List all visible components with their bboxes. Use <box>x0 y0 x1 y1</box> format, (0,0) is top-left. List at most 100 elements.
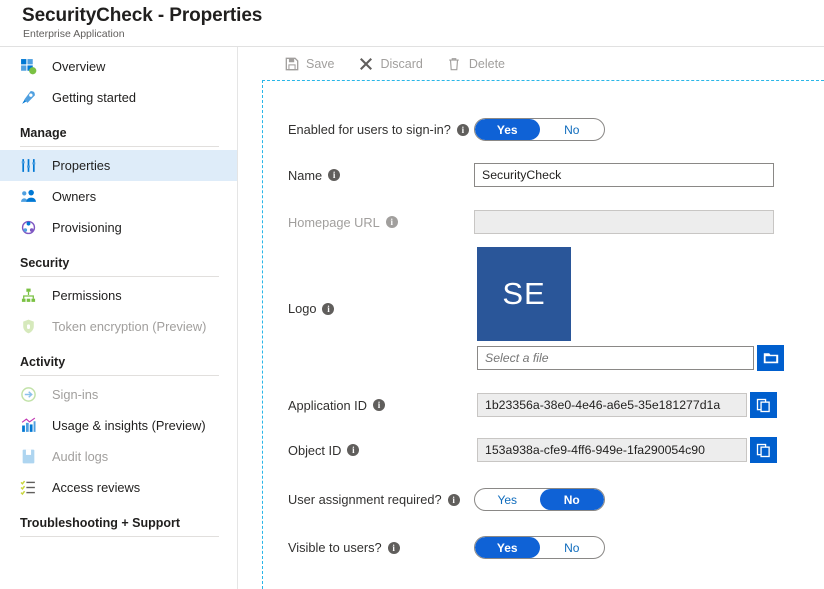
application-id-value[interactable]: 1b23356a-38e0-4e46-a6e5-35e181277d1a <box>477 393 747 417</box>
sidebar-item-label: Access reviews <box>52 480 141 495</box>
user-assignment-toggle[interactable]: Yes No <box>474 488 605 511</box>
sidebar-item-audit-logs[interactable]: Audit logs <box>0 441 237 472</box>
visible-to-users-toggle[interactable]: Yes No <box>474 536 605 559</box>
enabled-signin-label: Enabled for users to sign-in? i <box>288 122 474 137</box>
sidebar-item-label: Provisioning <box>52 220 122 235</box>
azure-properties-page: SecurityCheck - Properties Enterprise Ap… <box>0 0 824 589</box>
sidebar-item-owners[interactable]: Owners <box>0 181 237 212</box>
toggle-option-no[interactable]: No <box>539 489 604 510</box>
info-icon[interactable]: i <box>322 302 335 315</box>
info-icon[interactable]: i <box>328 169 341 181</box>
content-pane: Save Discard Delete Enabled for users to… <box>239 47 824 589</box>
object-id-value[interactable]: 153a938a-cfe9-4ff6-949e-1fa290054c90 <box>477 438 747 462</box>
sidebar-item-permissions[interactable]: Permissions <box>0 280 237 311</box>
logo-label-row: Logo i <box>288 301 335 316</box>
sidebar-item-usage-insights[interactable]: Usage & insights (Preview) <box>0 410 237 441</box>
copy-icon <box>756 443 771 458</box>
trash-icon <box>447 56 462 71</box>
toggle-option-yes[interactable]: Yes <box>475 489 540 510</box>
toggle-option-no[interactable]: No <box>540 119 605 140</box>
discard-label: Discard <box>380 56 423 71</box>
checklist-icon <box>20 479 41 496</box>
toggle-option-yes[interactable]: Yes <box>475 119 540 140</box>
sidebar-item-getting-started[interactable]: Getting started <box>0 82 237 113</box>
browse-file-button[interactable] <box>757 345 784 371</box>
shield-icon <box>20 318 41 335</box>
field-object-id: Object ID i 153a938a-cfe9-4ff6-949e-1fa2… <box>288 437 777 463</box>
sliders-icon <box>20 157 41 174</box>
info-icon[interactable]: i <box>456 123 469 136</box>
copy-object-id-button[interactable] <box>750 437 777 463</box>
toggle-option-no[interactable]: No <box>540 537 605 558</box>
folder-icon <box>763 351 779 365</box>
logo-preview: SE <box>477 247 571 341</box>
copy-icon <box>756 398 771 413</box>
save-button[interactable]: Save <box>284 56 335 71</box>
sidebar-item-label: Audit logs <box>52 449 109 464</box>
visible-to-users-label: Visible to users? i <box>288 540 474 555</box>
user-assignment-label: User assignment required? i <box>288 492 474 507</box>
info-icon[interactable]: i <box>387 541 400 554</box>
sidebar-group-activity: Activity <box>20 355 66 369</box>
logo-label: Logo i <box>288 301 335 316</box>
info-icon[interactable]: i <box>385 216 398 228</box>
people-icon <box>20 188 41 205</box>
bar-chart-icon <box>20 417 41 434</box>
toggle-option-yes[interactable]: Yes <box>475 537 540 558</box>
sidebar-item-overview[interactable]: Overview <box>0 51 237 82</box>
hierarchy-icon <box>20 287 41 304</box>
logo-initials: SE <box>477 247 571 341</box>
homepage-url-input[interactable] <box>474 210 774 234</box>
sidebar-item-provisioning[interactable]: Provisioning <box>0 212 237 243</box>
page-header: SecurityCheck - Properties Enterprise Ap… <box>0 0 824 47</box>
sidebar-item-label: Properties <box>52 158 111 173</box>
sidebar-nav: Overview Getting started Manage Properti… <box>0 47 238 589</box>
sidebar-item-label: Token encryption (Preview) <box>52 319 207 334</box>
sidebar-group-troubleshooting: Troubleshooting + Support <box>20 516 181 530</box>
signin-arrow-icon <box>20 386 41 403</box>
sidebar-group-manage: Manage <box>20 126 67 140</box>
page-title: SecurityCheck - Properties <box>22 5 263 26</box>
save-label: Save <box>306 56 335 71</box>
logo-file-picker: Select a file <box>477 345 784 371</box>
properties-form: Enabled for users to sign-in? i Yes No N… <box>262 80 824 589</box>
field-user-assignment: User assignment required? i Yes No <box>288 488 605 511</box>
application-id-label: Application ID i <box>288 398 477 413</box>
field-visible-to-users: Visible to users? i Yes No <box>288 536 605 559</box>
sidebar-item-sign-ins[interactable]: Sign-ins <box>0 379 237 410</box>
object-id-label: Object ID i <box>288 443 477 458</box>
info-icon[interactable]: i <box>447 493 460 506</box>
name-input[interactable]: SecurityCheck <box>474 163 774 187</box>
divider <box>20 375 219 376</box>
sidebar-item-access-reviews[interactable]: Access reviews <box>0 472 237 503</box>
save-icon <box>284 56 299 71</box>
sidebar-item-label: Usage & insights (Preview) <box>52 418 206 433</box>
book-icon <box>20 448 41 465</box>
delete-button[interactable]: Delete <box>447 56 505 71</box>
field-enabled-signin: Enabled for users to sign-in? i Yes No <box>288 118 605 141</box>
field-homepage-url: Homepage URL i <box>288 210 774 234</box>
divider <box>20 146 219 147</box>
info-icon[interactable]: i <box>347 444 360 456</box>
delete-label: Delete <box>468 56 506 71</box>
close-icon <box>359 56 374 71</box>
sidebar-group-security: Security <box>20 256 70 270</box>
sidebar-item-label: Owners <box>52 189 97 204</box>
sidebar-item-token-encryption[interactable]: Token encryption (Preview) <box>0 311 237 342</box>
command-toolbar: Save Discard Delete <box>239 47 824 80</box>
homepage-url-label: Homepage URL i <box>288 215 474 230</box>
copy-application-id-button[interactable] <box>750 392 777 418</box>
sidebar-item-label: Overview <box>52 59 106 74</box>
enabled-signin-toggle[interactable]: Yes No <box>474 118 605 141</box>
name-label: Name i <box>288 168 474 183</box>
logo-file-input[interactable]: Select a file <box>477 346 754 370</box>
provisioning-icon <box>20 219 41 236</box>
divider <box>20 276 219 277</box>
grid-icon <box>20 58 41 75</box>
discard-button[interactable]: Discard <box>359 56 423 71</box>
sidebar-item-label: Sign-ins <box>52 387 99 402</box>
sidebar-item-properties[interactable]: Properties <box>0 150 237 181</box>
field-name: Name i SecurityCheck <box>288 163 774 187</box>
info-icon[interactable]: i <box>372 399 385 411</box>
field-application-id: Application ID i 1b23356a-38e0-4e46-a6e5… <box>288 392 777 418</box>
